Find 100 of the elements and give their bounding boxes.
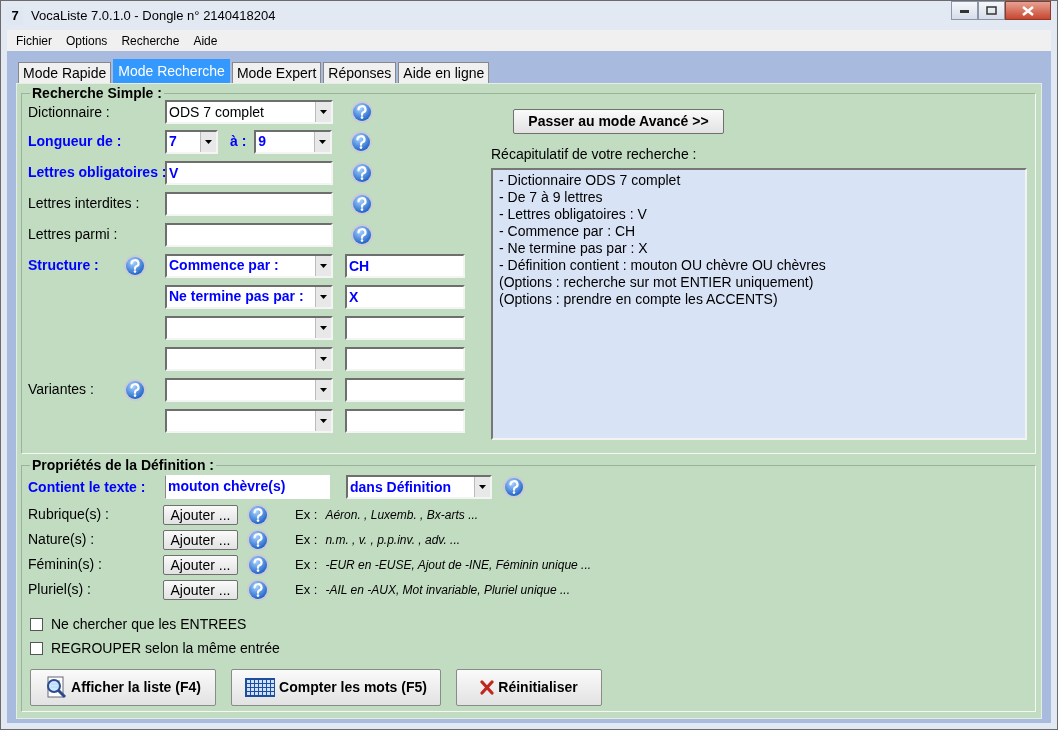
field-label: Lettres parmi : — [28, 225, 119, 244]
field-label: Pluriel(s) : — [28, 580, 92, 599]
summary-line: - De 7 à 9 lettres — [499, 189, 603, 206]
keypad-icon — [245, 676, 276, 699]
menu-item[interactable]: Recherche — [114, 31, 187, 50]
input-field[interactable] — [165, 191, 333, 216]
field-label: Lettres interdites : — [28, 194, 141, 213]
example-label: Ex : — [295, 555, 318, 574]
dropdown[interactable] — [165, 346, 333, 371]
help-icon[interactable] — [246, 552, 270, 577]
dropdown[interactable]: 7 — [165, 129, 218, 154]
field-label: Structure : — [28, 256, 100, 275]
app-icon: 7 — [7, 6, 23, 25]
action-button[interactable]: Réinitialiser — [456, 669, 602, 706]
input-field[interactable]: X — [345, 284, 465, 309]
caret-icon — [319, 355, 328, 362]
field-label: Lettres obligatoires : — [28, 163, 165, 182]
summary-label: Récapitulatif de votre recherche : — [491, 145, 698, 164]
add-button[interactable]: Ajouter ... — [163, 579, 238, 600]
menu-item[interactable]: Options — [59, 31, 115, 50]
field-label: Féminin(s) : — [28, 555, 103, 574]
add-button[interactable]: Ajouter ... — [163, 554, 238, 575]
close-icon — [1022, 5, 1034, 16]
field-label: Variantes : — [28, 380, 95, 399]
add-button[interactable]: Ajouter ... — [163, 529, 238, 550]
tab[interactable]: Mode Rapide — [18, 62, 112, 83]
summary-line: - Définition contient : mouton OU chèvre OU chèvres — [499, 257, 826, 274]
caret-icon — [204, 138, 213, 145]
help-icon[interactable] — [350, 160, 374, 185]
caret-icon — [319, 262, 328, 269]
option-label: REGROUPER selon la même entrée — [51, 638, 280, 658]
input-field[interactable] — [345, 408, 465, 433]
tab[interactable]: Réponses — [323, 62, 397, 83]
input-field[interactable] — [345, 315, 465, 340]
tab[interactable]: Aide en ligne — [398, 62, 490, 83]
action-button[interactable]: Compter les mots (F5) — [231, 669, 441, 706]
help-icon[interactable] — [349, 129, 374, 154]
field-label: Contient le texte : — [28, 477, 147, 497]
add-button[interactable]: Ajouter ... — [163, 504, 238, 525]
field-label: Dictionnaire : — [28, 102, 111, 122]
summary-line: (Options : prendre en compte les ACCENTS) — [499, 291, 778, 308]
menu-item[interactable]: Fichier — [9, 31, 59, 50]
example-label: Ex : — [295, 580, 318, 599]
help-icon[interactable] — [350, 222, 374, 247]
help-icon[interactable] — [350, 191, 374, 216]
dropdown[interactable]: dans Définition — [346, 475, 492, 499]
help-icon[interactable] — [123, 377, 147, 402]
input-field[interactable] — [345, 377, 465, 402]
dropdown[interactable]: Commence par : — [165, 253, 333, 278]
maximize-button[interactable] — [978, 1, 1005, 20]
dropdown[interactable]: ODS 7 complet — [165, 100, 333, 124]
group-title: Propriétés de la Définition : — [31, 458, 216, 472]
action-button[interactable]: Afficher la liste (F4) — [30, 669, 216, 706]
input-field[interactable]: mouton chèvre(s) — [165, 475, 330, 499]
checkbox[interactable] — [30, 641, 43, 655]
help-icon[interactable] — [246, 577, 270, 602]
input-field[interactable]: CH — [345, 253, 465, 278]
input-field[interactable]: V — [165, 160, 333, 185]
summary-line: (Options : recherche sur mot ENTIER uniquement) — [499, 274, 814, 291]
dropdown[interactable]: 9 — [254, 129, 333, 154]
help-icon[interactable] — [350, 100, 374, 124]
group-title: Recherche Simple : — [31, 86, 163, 100]
help-icon[interactable] — [246, 527, 270, 552]
menu-item[interactable]: Aide — [186, 31, 225, 50]
example-label: Ex : — [295, 530, 318, 549]
help-icon[interactable] — [246, 502, 270, 527]
input-field[interactable] — [345, 346, 465, 371]
caret-icon — [319, 417, 328, 424]
checkbox[interactable] — [30, 617, 43, 631]
field-label: à : — [230, 132, 247, 151]
window-title: VocaListe 7.0.1.0 - Dongle n° 2140418204 — [31, 6, 276, 25]
field-label: Nature(s) : — [28, 530, 96, 549]
minimize-icon — [959, 8, 970, 13]
example-text: -EUR en -EUSE, Ajout de -INE, Féminin unique ... — [325, 556, 592, 574]
close-button[interactable] — [1005, 1, 1051, 20]
maximize-icon — [986, 6, 997, 15]
magnifier-document-icon — [45, 676, 68, 699]
summary-line: - Lettres obligatoires : V — [499, 206, 647, 223]
field-label: Longueur de : — [28, 132, 123, 151]
example-label: Ex : — [295, 505, 318, 524]
help-icon[interactable] — [123, 253, 147, 278]
tab[interactable]: Mode Expert — [231, 62, 322, 83]
example-text: -AIL en -AUX, Mot invariable, Pluriel unique ... — [325, 581, 570, 599]
caret-icon — [319, 293, 328, 300]
example-text: n.m. , v. , p.p.inv. , adv. ... — [325, 531, 461, 549]
field-label: Rubrique(s) : — [28, 505, 110, 524]
dropdown[interactable] — [165, 377, 333, 402]
caret-icon — [319, 324, 328, 331]
caret-icon — [478, 484, 487, 490]
help-icon[interactable] — [502, 475, 526, 499]
dropdown[interactable]: Ne termine pas par : — [165, 284, 333, 309]
dropdown[interactable] — [165, 408, 333, 433]
summary-line: - Dictionnaire ODS 7 complet — [499, 172, 681, 189]
caret-icon — [319, 109, 328, 115]
dropdown[interactable] — [165, 315, 333, 340]
advanced-mode-button[interactable]: Passer au mode Avancé >> — [513, 109, 724, 134]
option-label: Ne chercher que les ENTREES — [51, 614, 247, 634]
minimize-button[interactable] — [951, 1, 978, 20]
example-text: Aéron. , Luxemb. , Bx-arts ... — [325, 506, 479, 524]
input-field[interactable] — [165, 222, 333, 247]
